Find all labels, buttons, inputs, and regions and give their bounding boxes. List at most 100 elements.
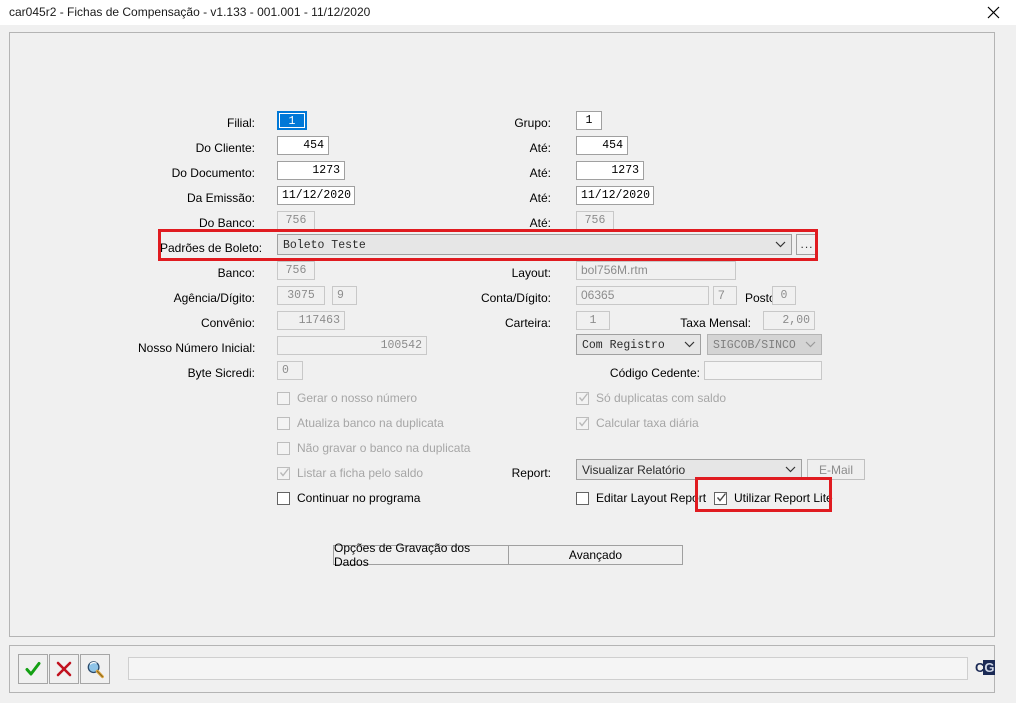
conta-digito-input: 7 [713,286,737,305]
checkbox-label: Calcular taxa diária [596,416,699,430]
label-report: Report: [511,466,551,480]
label-ate-documento: Até: [529,166,551,180]
label-layout: Layout: [511,266,551,280]
checkbox-box [576,391,589,405]
ate-documento-input[interactable]: 1273 [576,161,644,180]
checkbox-label: Só duplicatas com saldo [596,391,727,405]
do-documento-input[interactable]: 1273 [277,161,345,180]
checkbox-continuar-no-programa[interactable]: Continuar no programa [277,491,420,505]
checkbox-box[interactable] [277,491,290,505]
ate-emissao-input[interactable]: 11/12/2020 [576,186,654,205]
check-icon [279,467,290,477]
bottom-toolbar: CG [9,645,995,693]
label-ate-emissao: Até: [529,191,551,205]
checkbox-editar-layout-report[interactable]: Editar Layout Report [576,491,706,505]
chevron-down-icon [785,460,796,479]
registro-value: Com Registro [582,339,665,352]
registro-combobox[interactable]: Com Registro [576,334,701,355]
conta-input: 06365 [576,286,709,305]
do-cliente-input[interactable]: 454 [277,136,329,155]
opcoes-gravacao-button[interactable]: Opções de Gravação dos Dados [333,541,509,569]
nosso-numero-input: 100542 [277,336,427,355]
padroes-boleto-combobox[interactable]: Boleto Teste [277,234,792,255]
label-padroes-boleto: Padrões de Boleto: [160,241,263,255]
label-grupo: Grupo: [514,116,551,130]
label-carteira: Carteira: [504,316,551,330]
checkbox-label: Não gravar o banco na duplicata [297,441,471,455]
cg-logo: CG [975,660,995,675]
label-do-banco: Do Banco: [198,216,255,230]
confirm-button[interactable] [18,654,48,684]
check-icon [578,392,589,402]
codigo-cedente-input[interactable] [704,361,822,380]
checkbox-box [277,416,290,430]
label-filial: Filial: [226,116,255,130]
ate-banco-input: 756 [576,211,614,230]
checkbox-nao-gravar-banco-duplicata: Não gravar o banco na duplicata [277,441,470,455]
check-icon [25,662,41,676]
sigcob-value: SIGCOB/SINCO [713,339,796,352]
do-banco-input: 756 [277,211,315,230]
label-byte-sicredi: Byte Sicredi: [187,366,255,380]
check-icon [578,417,589,427]
report-combobox[interactable]: Visualizar Relatório [576,459,802,480]
checkbox-listar-ficha-saldo: Listar a ficha pelo saldo [277,466,423,480]
byte-sicredi-input: 0 [277,361,303,380]
banco-input: 756 [277,261,315,280]
checkbox-gerar-nosso-numero: Gerar o nosso número [277,391,417,405]
label-do-documento: Do Documento: [171,166,255,180]
close-icon [987,6,999,19]
checkbox-box[interactable] [714,491,727,505]
da-emissao-input[interactable]: 11/12/2020 [277,186,355,205]
label-ate-cliente: Até: [529,141,551,155]
magnifier-icon [87,660,104,678]
padroes-boleto-value: Boleto Teste [283,239,366,252]
checkbox-box [576,416,589,430]
checkbox-utilizar-report-lite[interactable]: Utilizar Report Lite [714,491,833,505]
checkbox-label: Utilizar Report Lite [734,491,833,505]
close-button[interactable] [970,0,1016,25]
filial-input[interactable]: 1 [277,111,307,130]
chevron-down-icon [775,235,786,254]
email-button[interactable]: E-Mail [807,459,865,480]
avancado-button[interactable]: Avançado [508,545,683,565]
title-bar: car045r2 - Fichas de Compensação - v1.13… [0,0,1016,26]
checkbox-box [277,466,290,480]
checkbox-box[interactable] [576,491,589,505]
checkbox-box [277,441,290,455]
taxa-mensal-input: 2,00 [763,311,815,330]
check-icon [716,492,727,502]
checkbox-label: Atualiza banco na duplicata [297,416,444,430]
padroes-boleto-browse-button[interactable]: ... [796,234,818,255]
carteira-input: 1 [576,311,610,330]
search-button[interactable] [80,654,110,684]
checkbox-label: Editar Layout Report [596,491,707,505]
report-value: Visualizar Relatório [582,463,686,477]
checkbox-label: Continuar no programa [297,491,421,505]
chevron-down-icon [684,335,695,354]
window-title: car045r2 - Fichas de Compensação - v1.13… [9,5,371,19]
main-form-panel: Filial: 1 Grupo: 1 Do Cliente: 454 Até: … [9,32,995,637]
ate-cliente-input[interactable]: 454 [576,136,628,155]
layout-input: bol756M.rtm [576,261,736,280]
agencia-input: 3075 [277,286,325,305]
checkbox-box [277,391,290,405]
checkbox-label: Gerar o nosso número [297,391,418,405]
x-icon [56,661,72,677]
chevron-down-icon [805,335,816,354]
label-conta-digito: Conta/Dígito: [480,291,551,305]
label-da-emissao: Da Emissão: [186,191,255,205]
cancel-button[interactable] [49,654,79,684]
label-ate-banco: Até: [529,216,551,230]
agencia-digito-input: 9 [332,286,357,305]
checkbox-calcular-taxa-diaria: Calcular taxa diária [576,416,699,430]
label-nosso-numero: Nosso Número Inicial: [138,341,256,355]
grupo-input[interactable]: 1 [576,111,602,130]
status-input[interactable] [128,657,968,680]
label-codigo-cedente: Código Cedente: [609,366,700,380]
sigcob-combobox: SIGCOB/SINCO [707,334,822,355]
label-agencia-digito: Agência/Dígito: [173,291,255,305]
checkbox-atualiza-banco-duplicata: Atualiza banco na duplicata [277,416,444,430]
label-taxa-mensal: Taxa Mensal: [680,316,751,330]
label-banco: Banco: [217,266,255,280]
